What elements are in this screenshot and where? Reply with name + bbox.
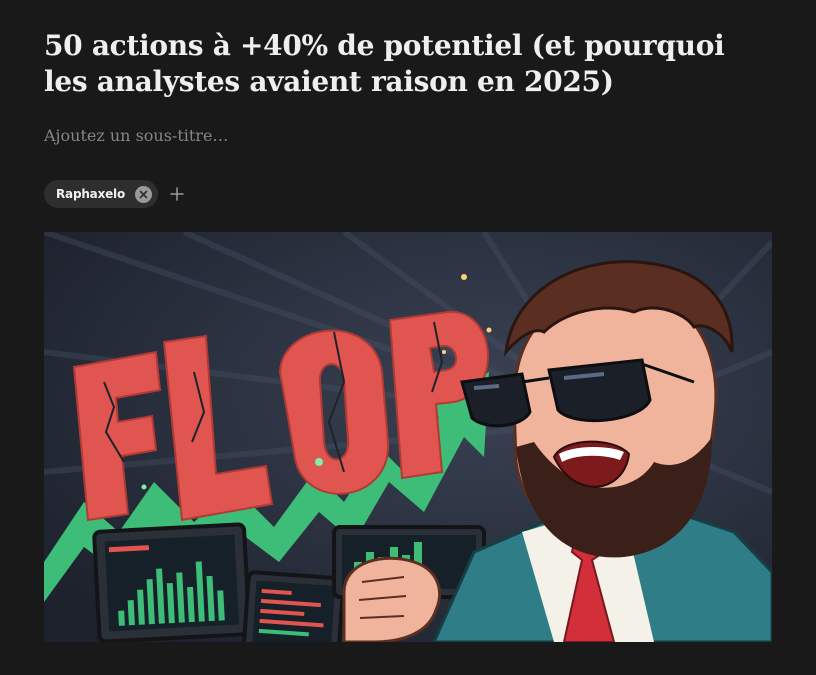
cover-image[interactable] xyxy=(44,232,772,642)
subtitle-input[interactable] xyxy=(44,121,772,149)
author-chip[interactable]: Raphaxelo xyxy=(44,180,159,208)
close-circle-icon[interactable] xyxy=(135,185,153,203)
post-title[interactable]: 50 actions à +40% de potentiel (et pourq… xyxy=(44,28,772,100)
add-author-button[interactable] xyxy=(168,185,186,203)
author-list: Raphaxelo xyxy=(44,180,186,208)
post-editor: 50 actions à +40% de potentiel (et pourq… xyxy=(44,0,772,675)
plus-icon xyxy=(170,187,184,201)
cover-illustration xyxy=(44,232,772,642)
author-name: Raphaxelo xyxy=(56,187,126,201)
